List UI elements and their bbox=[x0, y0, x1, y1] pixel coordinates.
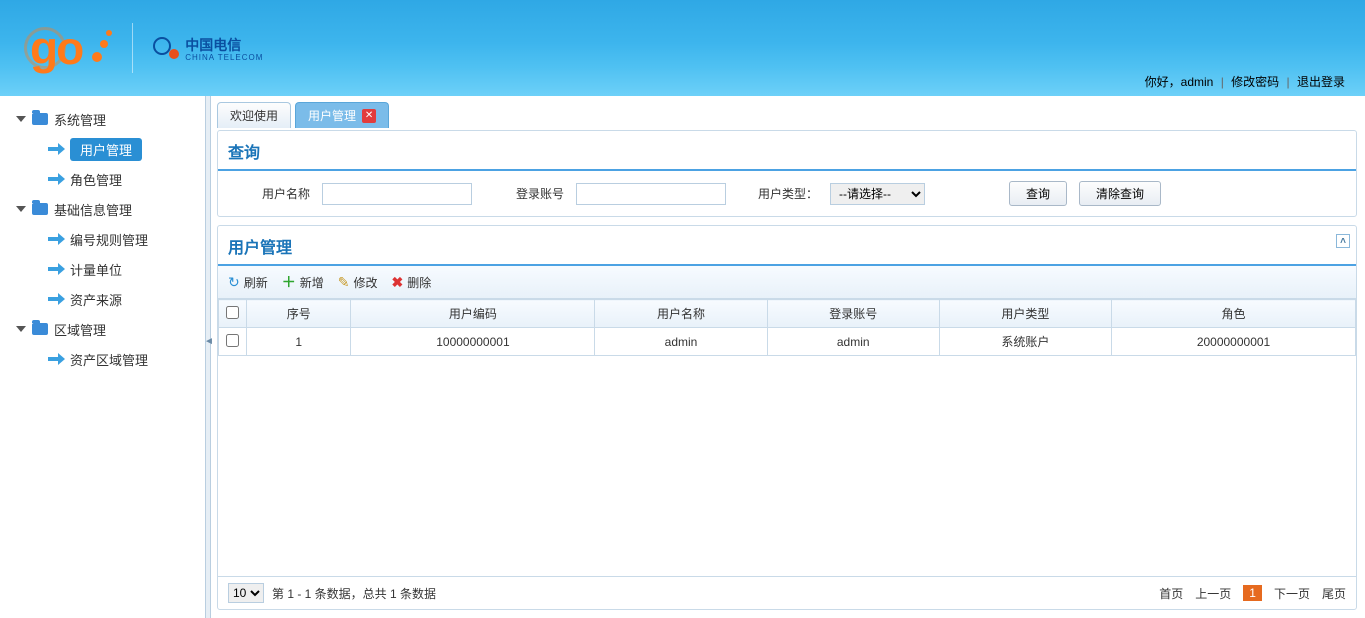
select-all-checkbox[interactable] bbox=[226, 306, 239, 319]
username-input[interactable] bbox=[322, 183, 472, 205]
grid-panel: 用户管理 ˄ ↻刷新 ＋新增 ✎修改 ✖删除 序号用户编码用户名称登录账号用户类… bbox=[217, 225, 1357, 610]
pager: 10 第 1 - 1 条数据，总共 1 条数据 首页 上一页 1 下一页 尾页 bbox=[218, 576, 1356, 609]
splitter[interactable] bbox=[205, 96, 211, 618]
tree-group-label: 系统管理 bbox=[54, 110, 106, 129]
telecom-logo: 中国电信 CHINA TELECOM bbox=[153, 35, 263, 62]
prev-page-link[interactable]: 上一页 bbox=[1195, 585, 1231, 602]
arrow-right-icon bbox=[48, 293, 64, 305]
tab-bar: 欢迎使用 用户管理✕ bbox=[217, 102, 1357, 128]
refresh-icon: ↻ bbox=[228, 274, 240, 291]
tree-item[interactable]: 角色管理 bbox=[0, 164, 205, 194]
arrow-right-icon bbox=[48, 353, 64, 365]
grid-title: 用户管理 ˄ bbox=[218, 226, 1356, 266]
change-password-link[interactable]: 修改密码 bbox=[1231, 75, 1279, 89]
page-size-select[interactable]: 10 bbox=[228, 583, 264, 603]
search-title: 查询 bbox=[218, 131, 1356, 171]
tree-item[interactable]: 资产来源 bbox=[0, 284, 205, 314]
chevron-down-icon bbox=[16, 326, 26, 332]
column-header: 用户类型 bbox=[939, 300, 1111, 328]
tree-item[interactable]: 资产区域管理 bbox=[0, 344, 205, 374]
tree-item[interactable]: 计量单位 bbox=[0, 254, 205, 284]
arrow-right-icon bbox=[48, 263, 64, 275]
next-page-link[interactable]: 下一页 bbox=[1274, 585, 1310, 602]
delete-button[interactable]: ✖删除 bbox=[392, 274, 432, 291]
tree-item-label: 资产来源 bbox=[70, 290, 122, 309]
logo-area: go 中国电信 CHINA TELECOM bbox=[0, 21, 263, 75]
plus-icon: ＋ bbox=[282, 272, 296, 292]
tree-item-label: 编号规则管理 bbox=[70, 230, 148, 249]
logo-dots-icon bbox=[92, 28, 112, 68]
header: go 中国电信 CHINA TELECOM 你好，admin | 修改密码 | … bbox=[0, 0, 1365, 96]
folder-icon bbox=[32, 323, 48, 335]
delete-icon: ✖ bbox=[392, 274, 404, 291]
tree-group[interactable]: 基础信息管理 bbox=[0, 194, 205, 224]
tab-welcome[interactable]: 欢迎使用 bbox=[217, 102, 291, 128]
pencil-icon: ✎ bbox=[338, 274, 350, 291]
telecom-name: 中国电信 bbox=[185, 37, 241, 53]
column-header: 用户编码 bbox=[351, 300, 595, 328]
pager-info: 第 1 - 1 条数据，总共 1 条数据 bbox=[272, 585, 436, 602]
content: 欢迎使用 用户管理✕ 查询 用户名称 登录账号 用户类型： --请选择-- 查询… bbox=[211, 96, 1365, 618]
folder-icon bbox=[32, 203, 48, 215]
collapse-icon[interactable]: ˄ bbox=[1336, 234, 1350, 248]
chevron-down-icon bbox=[16, 116, 26, 122]
refresh-button[interactable]: ↻刷新 bbox=[228, 274, 268, 291]
close-icon[interactable]: ✕ bbox=[362, 109, 376, 123]
tree-item-label: 用户管理 bbox=[70, 138, 142, 161]
logo-divider bbox=[132, 23, 133, 73]
search-panel: 查询 用户名称 登录账号 用户类型： --请选择-- 查询 清除查询 bbox=[217, 130, 1357, 217]
add-button[interactable]: ＋新增 bbox=[282, 272, 324, 292]
usertype-select[interactable]: --请选择-- bbox=[830, 183, 925, 205]
greeting: 你好，admin bbox=[1145, 75, 1214, 89]
arrow-right-icon bbox=[48, 173, 64, 185]
row-checkbox[interactable] bbox=[226, 334, 239, 347]
last-page-link[interactable]: 尾页 bbox=[1322, 585, 1346, 602]
telecom-sub: CHINA TELECOM bbox=[185, 53, 263, 62]
column-header: 用户名称 bbox=[595, 300, 767, 328]
table-row[interactable]: 110000000001adminadmin系统账户20000000001 bbox=[219, 328, 1356, 356]
arrow-right-icon bbox=[48, 233, 64, 245]
tree-item-label: 资产区域管理 bbox=[70, 350, 148, 369]
usertype-label: 用户类型： bbox=[738, 185, 818, 202]
telecom-icon bbox=[153, 35, 179, 61]
tree-item[interactable]: 用户管理 bbox=[0, 134, 205, 164]
first-page-link[interactable]: 首页 bbox=[1159, 585, 1183, 602]
tree-item[interactable]: 编号规则管理 bbox=[0, 224, 205, 254]
query-button[interactable]: 查询 bbox=[1009, 181, 1067, 206]
column-header: 登录账号 bbox=[767, 300, 939, 328]
data-table: 序号用户编码用户名称登录账号用户类型角色 110000000001adminad… bbox=[218, 299, 1356, 356]
tree-item-label: 角色管理 bbox=[70, 170, 122, 189]
tree-item-label: 计量单位 bbox=[70, 260, 122, 279]
tree-group[interactable]: 区域管理 bbox=[0, 314, 205, 344]
chevron-down-icon bbox=[16, 206, 26, 212]
login-input[interactable] bbox=[576, 183, 726, 205]
login-label: 登录账号 bbox=[484, 185, 564, 202]
logout-link[interactable]: 退出登录 bbox=[1297, 75, 1345, 89]
column-header: 序号 bbox=[247, 300, 351, 328]
column-header: 角色 bbox=[1112, 300, 1356, 328]
user-bar: 你好，admin | 修改密码 | 退出登录 bbox=[1145, 73, 1345, 90]
toolbar: ↻刷新 ＋新增 ✎修改 ✖删除 bbox=[218, 266, 1356, 299]
sidebar: 系统管理用户管理角色管理基础信息管理编号规则管理计量单位资产来源区域管理资产区域… bbox=[0, 96, 205, 618]
tree-group-label: 基础信息管理 bbox=[54, 200, 132, 219]
folder-icon bbox=[32, 113, 48, 125]
username-label: 用户名称 bbox=[230, 185, 310, 202]
current-page: 1 bbox=[1243, 585, 1262, 601]
arrow-right-icon bbox=[48, 143, 64, 155]
tree-group[interactable]: 系统管理 bbox=[0, 104, 205, 134]
tab-user-mgmt[interactable]: 用户管理✕ bbox=[295, 102, 389, 128]
tree-group-label: 区域管理 bbox=[54, 320, 106, 339]
edit-button[interactable]: ✎修改 bbox=[338, 274, 378, 291]
clear-button[interactable]: 清除查询 bbox=[1079, 181, 1161, 206]
logo-go: go bbox=[30, 21, 82, 75]
